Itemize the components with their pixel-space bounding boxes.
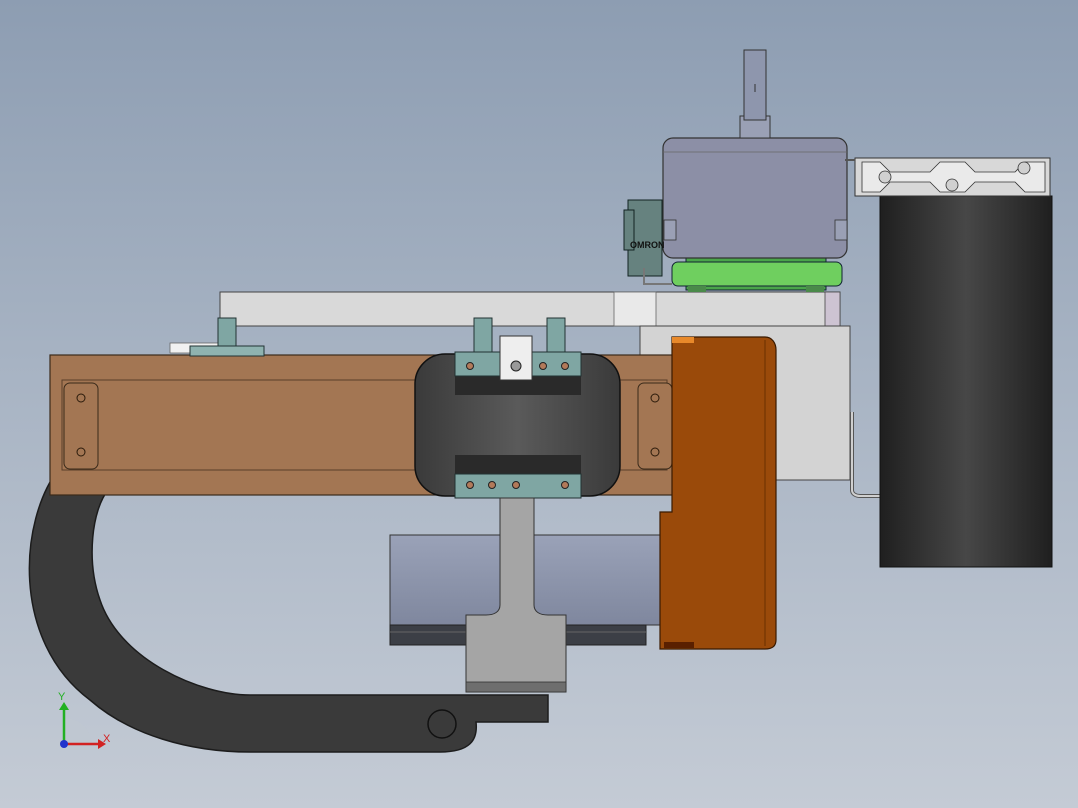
center-clamp [414, 317, 621, 499]
y-axis-label: Y [58, 691, 66, 703]
cad-viewport[interactable]: OMRON X Y [0, 0, 1078, 808]
z-axis-dot [60, 740, 68, 748]
sensor-brand-label: OMRON [630, 240, 665, 250]
motor-assembly [662, 49, 855, 292]
black-wheel [879, 195, 1053, 568]
aluminium-rail [854, 157, 1051, 197]
x-axis-label: X [103, 733, 111, 745]
tire-bracket [850, 412, 880, 498]
orange-housing [659, 336, 777, 650]
y-axis-arrowhead [59, 702, 69, 710]
triad-plane [64, 717, 92, 744]
